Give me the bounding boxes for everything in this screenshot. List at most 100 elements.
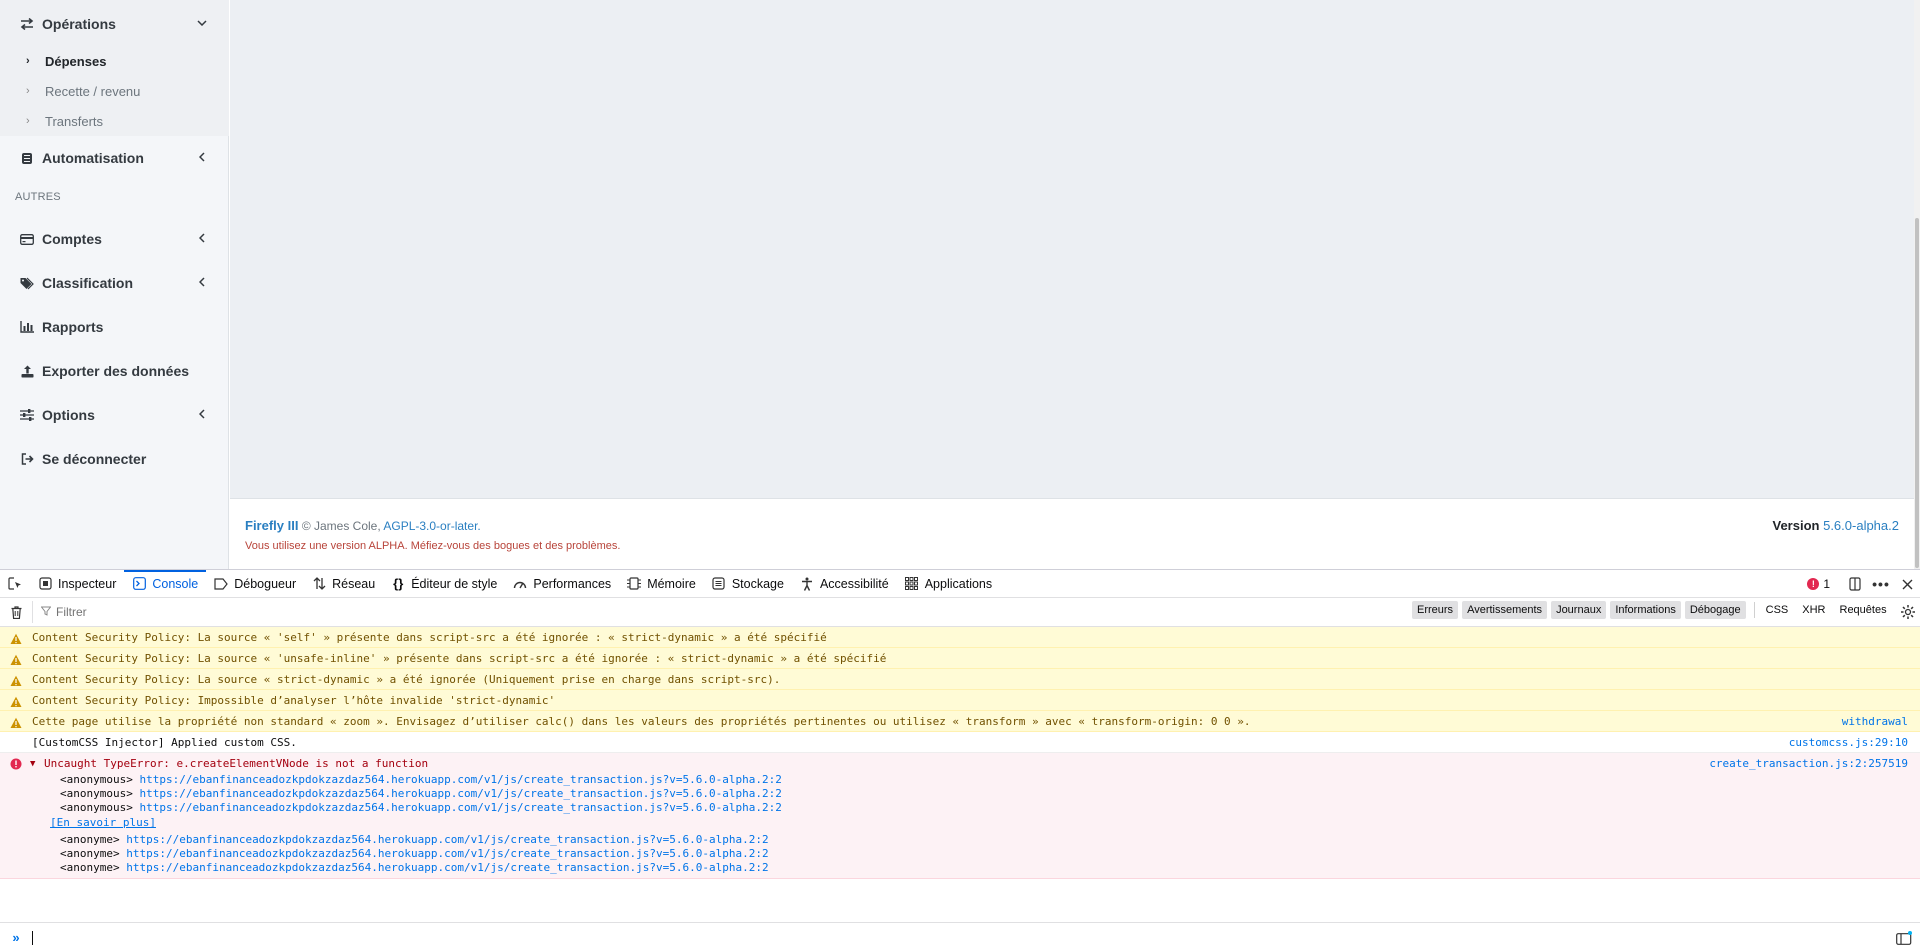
sidebar-subitem-transferts[interactable]: › Transferts	[0, 106, 229, 136]
footer-copyright: © James Cole,	[301, 519, 381, 533]
devtools-toolbar: Inspecteur Console Débogueur Réseau {} É…	[0, 569, 1920, 598]
filter-warnings-button[interactable]: Avertissements	[1462, 601, 1548, 619]
sidebar-item-options[interactable]: Options	[0, 395, 229, 435]
error-icon: !	[1807, 578, 1820, 590]
filter-debug-button[interactable]: Débogage	[1684, 601, 1746, 619]
error-source-link[interactable]: create_transaction.js:2:257519	[1709, 755, 1908, 773]
tab-performances[interactable]: Performances	[505, 570, 619, 598]
stack-fn: <anonymous>	[60, 787, 133, 800]
sidebar-item-label: Options	[42, 407, 95, 423]
scrollbar-thumb[interactable]	[1915, 218, 1919, 568]
chevron-right-icon: ›	[26, 115, 30, 127]
footer-brand-link[interactable]: Firefly III	[245, 518, 298, 533]
page-footer: Firefly III © James Cole, AGPL-3.0-or-la…	[230, 498, 1920, 569]
tab-debogueur[interactable]: Débogueur	[206, 570, 304, 598]
error-count: 1	[1823, 577, 1830, 591]
footer-alpha-warning: Vous utilisez une version ALPHA. Méfiez-…	[245, 540, 621, 552]
page-scrollbar[interactable]	[1914, 0, 1920, 569]
sidebar-item-rapports[interactable]: Rapports	[0, 307, 229, 347]
element-picker-button[interactable]	[0, 570, 30, 598]
stack-url-link[interactable]: https://ebanfinanceadozkpdokzazdaz564.he…	[139, 801, 781, 814]
filter-icon	[40, 606, 52, 619]
inspector-icon	[38, 577, 52, 591]
stack-url-link[interactable]: https://ebanfinanceadozkpdokzazdaz564.he…	[126, 847, 768, 860]
tab-applications[interactable]: Applications	[897, 570, 1000, 598]
style-editor-icon: {}	[393, 576, 404, 591]
clear-console-button[interactable]	[0, 598, 32, 627]
footer-version-link[interactable]: 5.6.0-alpha.2	[1823, 518, 1899, 533]
message-text: Content Security Policy: La source « 'un…	[32, 652, 887, 665]
console-filter-input[interactable]: Filtrer	[32, 601, 1407, 623]
sidebar-item-label: Comptes	[42, 231, 102, 247]
editor-mode-toggle[interactable]	[1896, 931, 1912, 945]
sidebar-subitem-depenses[interactable]: › Dépenses	[0, 46, 229, 76]
filter-xhr-button[interactable]: XHR	[1797, 601, 1830, 619]
chevron-left-icon	[195, 407, 209, 421]
filter-logs-button[interactable]: Journaux	[1551, 601, 1607, 619]
message-source-link[interactable]: withdrawal	[1842, 711, 1908, 732]
console-message-warning: Cette page utilise la propriété non stan…	[0, 711, 1920, 732]
message-text: Content Security Policy: La source « 'se…	[32, 631, 827, 644]
console-settings-button[interactable]	[1900, 604, 1916, 623]
robot-icon	[20, 151, 34, 165]
stack-frame: <anonymous> https://ebanfinanceadozkpdok…	[60, 787, 1908, 801]
sidebar-item-comptes[interactable]: Comptes	[0, 219, 229, 259]
stack-frame: <anonyme> https://ebanfinanceadozkpdokza…	[60, 847, 1908, 861]
error-counter[interactable]: ! 1	[1807, 577, 1830, 591]
console-input[interactable]: »	[0, 922, 1920, 952]
filter-css-button[interactable]: CSS	[1761, 601, 1794, 619]
stack-fn: <anonyme>	[60, 861, 120, 874]
more-options-button[interactable]: •••	[1868, 570, 1894, 598]
stack-url-link[interactable]: https://ebanfinanceadozkpdokzazdaz564.he…	[139, 787, 781, 800]
footer-credits: Firefly III © James Cole, AGPL-3.0-or-la…	[245, 518, 481, 533]
sidebar-subitem-recette-revenu[interactable]: › Recette / revenu	[0, 76, 229, 106]
sidebar-item-label: Exporter des données	[42, 363, 190, 379]
sidebar-item-automatisation[interactable]: Automatisation	[0, 138, 229, 178]
footer-license-link[interactable]: AGPL-3.0-or-later.	[383, 519, 480, 533]
responsive-mode-button[interactable]	[1842, 570, 1868, 598]
gear-icon	[1901, 605, 1915, 619]
warning-icon	[10, 715, 24, 729]
tab-reseau[interactable]: Réseau	[304, 570, 383, 598]
debugger-icon	[214, 577, 229, 591]
error-title-row[interactable]: ▼ Uncaught TypeError: e.createElementVNo…	[30, 755, 1908, 773]
stack-fn: <anonymous>	[60, 801, 133, 814]
chevron-left-icon	[195, 275, 209, 289]
console-message-warning: Content Security Policy: La source « str…	[0, 669, 1920, 690]
sidebar-item-classification[interactable]: Classification	[0, 263, 229, 303]
sidebar-subitem-label: Recette / revenu	[45, 83, 141, 99]
tab-editeur-de-style[interactable]: {} Éditeur de style	[383, 570, 505, 598]
tab-console[interactable]: Console	[124, 569, 207, 598]
app-window: Opérations › Dépenses › Recette / revenu…	[0, 0, 1920, 569]
learn-more-link[interactable]: [En savoir plus]	[32, 815, 1908, 831]
tab-accessibilite[interactable]: Accessibilité	[792, 570, 897, 598]
stack-url-link[interactable]: https://ebanfinanceadozkpdokzazdaz564.he…	[126, 861, 768, 874]
tab-inspecteur[interactable]: Inspecteur	[30, 570, 124, 598]
credit-card-icon	[20, 232, 34, 246]
message-source-link[interactable]: customcss.js:29:10	[1789, 732, 1908, 753]
sidebar-item-label: Classification	[42, 275, 134, 291]
stack-frame: <anonymous> https://ebanfinanceadozkpdok…	[60, 801, 1908, 815]
stack-url-link[interactable]: https://ebanfinanceadozkpdokzazdaz564.he…	[126, 833, 768, 846]
filter-errors-button[interactable]: Erreurs	[1412, 601, 1459, 619]
triangle-down-icon: ▼	[30, 759, 36, 769]
sidebar-item-exporter[interactable]: Exporter des données	[0, 351, 229, 391]
tab-stockage[interactable]: Stockage	[704, 570, 792, 598]
tab-memoire[interactable]: Mémoire	[619, 570, 704, 598]
tab-label: Réseau	[332, 576, 376, 591]
stack-url-link[interactable]: https://ebanfinanceadozkpdokzazdaz564.he…	[139, 773, 781, 786]
message-text: Content Security Policy: La source « str…	[32, 673, 781, 686]
sidebar-item-label: Opérations	[42, 16, 116, 32]
memory-icon	[627, 577, 642, 591]
chevron-left-icon	[195, 150, 209, 164]
tab-label: Applications	[924, 576, 993, 591]
stack-fn: <anonymous>	[60, 773, 133, 786]
filter-info-button[interactable]: Informations	[1610, 601, 1681, 619]
sign-out-icon	[20, 452, 34, 466]
filter-requests-button[interactable]: Requêtes	[1835, 601, 1892, 619]
sidebar-item-operations[interactable]: Opérations	[0, 4, 229, 44]
sidebar-item-se-deconnecter[interactable]: Se déconnecter	[0, 439, 229, 479]
warning-icon	[10, 652, 24, 666]
close-devtools-button[interactable]	[1894, 570, 1920, 598]
message-text: Content Security Policy: Impossible d’an…	[32, 694, 556, 707]
